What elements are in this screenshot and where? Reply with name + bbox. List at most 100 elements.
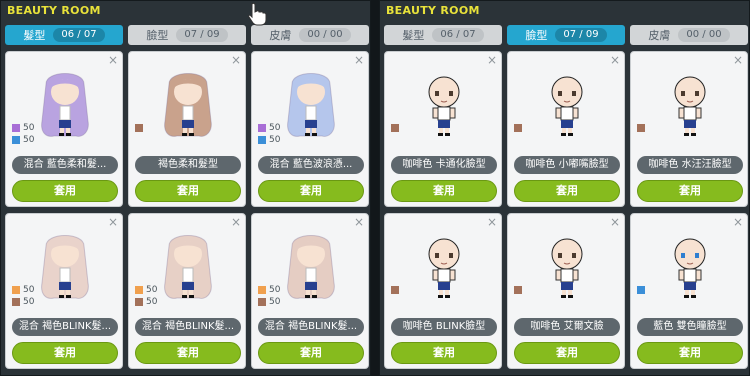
color-swatches xyxy=(637,122,648,134)
tab-label: 皮膚 xyxy=(269,29,292,42)
swatch-row xyxy=(391,284,402,296)
close-icon[interactable]: × xyxy=(231,215,241,229)
close-icon[interactable]: × xyxy=(108,215,118,229)
apply-button[interactable]: 套用 xyxy=(12,180,118,202)
color-swatch xyxy=(258,286,266,294)
tab-face[interactable]: 臉型 07 / 09 xyxy=(507,25,625,45)
close-icon[interactable]: × xyxy=(354,215,364,229)
close-icon[interactable]: × xyxy=(610,53,620,67)
apply-button[interactable]: 套用 xyxy=(135,342,241,364)
color-swatches: 50 50 xyxy=(12,284,34,308)
color-swatch xyxy=(258,136,266,144)
style-name: 咖啡色 BLINK臉型 xyxy=(391,318,497,336)
apply-button[interactable]: 套用 xyxy=(12,342,118,364)
color-swatches xyxy=(514,284,525,296)
close-icon[interactable]: × xyxy=(733,53,743,67)
style-card[interactable]: × 50 50 混合 藍色波浪憑... 套用 xyxy=(251,51,369,207)
swatch-row: 50 xyxy=(135,296,157,308)
style-card[interactable]: × 50 50 混合 褐色BLINK髮... 套用 xyxy=(5,213,123,369)
tab-count: 07 / 09 xyxy=(555,28,607,42)
apply-button[interactable]: 套用 xyxy=(514,342,620,364)
style-card[interactable]: × 咖啡色 BLINK臉型套用 xyxy=(384,213,502,369)
swatch-row xyxy=(637,122,648,134)
tab-hair[interactable]: 髮型 06 / 07 xyxy=(384,25,502,45)
color-swatch xyxy=(391,286,399,294)
character-preview xyxy=(385,66,503,146)
color-swatch xyxy=(514,124,522,132)
close-icon[interactable]: × xyxy=(354,53,364,67)
color-swatches xyxy=(637,284,648,296)
mix-percent: 50 xyxy=(23,135,35,145)
tab-count: 00 / 00 xyxy=(678,28,730,42)
close-icon[interactable]: × xyxy=(610,215,620,229)
character-avatar-icon xyxy=(428,76,460,136)
panel-title: BEAUTY ROOM xyxy=(7,4,101,17)
style-name: 藍色 雙色瞳臉型 xyxy=(637,318,743,336)
tab-label: 髮型 xyxy=(402,29,425,42)
style-card[interactable]: × 咖啡色 卡通化臉型套用 xyxy=(384,51,502,207)
tab-face[interactable]: 臉型 07 / 09 xyxy=(128,25,246,45)
tab-count: 06 / 07 xyxy=(53,28,105,42)
style-card[interactable]: × 咖啡色 水汪汪臉型 套用 xyxy=(630,51,748,207)
apply-button[interactable]: 套用 xyxy=(258,342,364,364)
swatch-row xyxy=(637,284,648,296)
mix-percent: 50 xyxy=(23,123,35,133)
close-icon[interactable]: × xyxy=(231,53,241,67)
beauty-room-panel-hair: BEAUTY ROOM 髮型 06 / 07 臉型 07 / 09 皮膚 00 / 0… xyxy=(0,0,371,376)
beauty-room-panel-face: BEAUTY ROOM 髮型 06 / 07 臉型 07 / 09 皮膚 00 / 0… xyxy=(379,0,750,376)
mix-percent: 50 xyxy=(146,285,158,295)
close-icon[interactable]: × xyxy=(487,53,497,67)
character-preview xyxy=(129,66,247,146)
color-swatches: 50 50 xyxy=(258,122,280,146)
style-name: 咖啡色 艾爾文臉 xyxy=(514,318,620,336)
mix-percent: 50 xyxy=(269,123,281,133)
close-icon[interactable]: × xyxy=(108,53,118,67)
apply-button[interactable]: 套用 xyxy=(258,180,364,202)
color-swatch xyxy=(514,286,522,294)
tab-label: 皮膚 xyxy=(648,29,671,42)
close-icon[interactable]: × xyxy=(733,215,743,229)
color-swatch xyxy=(135,286,143,294)
style-card[interactable]: × 50 50 混合 褐色BLINK髮... 套用 xyxy=(128,213,246,369)
color-swatch xyxy=(391,124,399,132)
tab-skin[interactable]: 皮膚 00 / 00 xyxy=(630,25,748,45)
style-card[interactable]: × 50 50 混合 藍色柔和髮... 套用 xyxy=(5,51,123,207)
character-preview xyxy=(631,66,749,146)
style-card[interactable]: × 50 50 混合 褐色BLINK髮... 套用 xyxy=(251,213,369,369)
color-swatches xyxy=(391,284,402,296)
style-card[interactable]: × 藍色 雙色瞳臉型套用 xyxy=(630,213,748,369)
color-swatches: 50 50 xyxy=(258,284,280,308)
swatch-row xyxy=(514,284,525,296)
swatch-row: 50 xyxy=(12,134,34,146)
swatch-row: 50 xyxy=(258,284,280,296)
color-swatch xyxy=(12,124,20,132)
tab-hair[interactable]: 髮型 06 / 07 xyxy=(5,25,123,45)
panel-title: BEAUTY ROOM xyxy=(386,4,480,17)
apply-button[interactable]: 套用 xyxy=(637,180,743,202)
apply-button[interactable]: 套用 xyxy=(135,180,241,202)
apply-button[interactable]: 套用 xyxy=(514,180,620,202)
color-swatches: 50 50 xyxy=(135,284,157,308)
style-name: 咖啡色 卡通化臉型 xyxy=(391,156,497,174)
tab-skin[interactable]: 皮膚 00 / 00 xyxy=(251,25,369,45)
tab-bar: 髮型 06 / 07 臉型 07 / 09 皮膚 00 / 00 xyxy=(5,25,369,45)
style-name: 混合 褐色BLINK髮... xyxy=(135,318,241,336)
swatch-row xyxy=(135,122,146,134)
color-swatches xyxy=(391,122,402,134)
character-preview xyxy=(631,228,749,308)
color-swatch xyxy=(637,286,645,294)
apply-button[interactable]: 套用 xyxy=(391,180,497,202)
tab-count: 06 / 07 xyxy=(432,28,484,42)
close-icon[interactable]: × xyxy=(487,215,497,229)
color-swatches xyxy=(135,122,146,134)
character-avatar-icon xyxy=(551,238,583,298)
apply-button[interactable]: 套用 xyxy=(637,342,743,364)
apply-button[interactable]: 套用 xyxy=(391,342,497,364)
style-card[interactable]: × 咖啡色 艾爾文臉套用 xyxy=(507,213,625,369)
color-swatches: 50 50 xyxy=(12,122,34,146)
color-swatch xyxy=(12,286,20,294)
character-preview xyxy=(508,66,626,146)
style-card[interactable]: × 咖啡色 小嘟嘴臉型 套用 xyxy=(507,51,625,207)
color-swatch xyxy=(258,298,266,306)
style-card[interactable]: × 褐色柔和髮型 套用 xyxy=(128,51,246,207)
